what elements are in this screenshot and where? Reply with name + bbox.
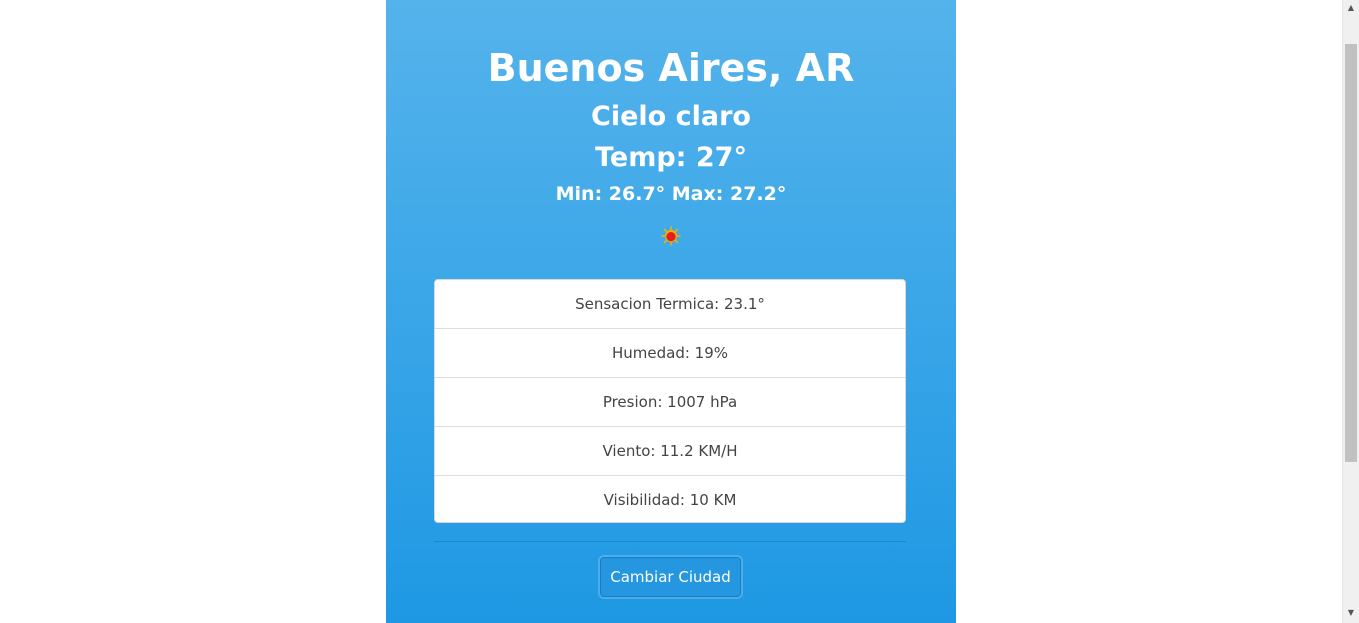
change-city-button[interactable]: Cambiar Ciudad: [600, 557, 741, 597]
weather-details-list: Sensacion Termica: 23.1° Humedad: 19% Pr…: [434, 279, 906, 523]
vertical-scrollbar[interactable]: ▲ ▼: [1342, 0, 1359, 623]
divider: [434, 541, 906, 542]
weather-card: Buenos Aires, AR Cielo claro Temp: 27° M…: [386, 0, 956, 623]
feels-like-item: Sensacion Termica: 23.1°: [435, 280, 905, 329]
min-max-temperature: Min: 26.7° Max: 27.2°: [555, 183, 787, 205]
sun-icon: [661, 226, 681, 246]
pressure-item: Presion: 1007 hPa: [435, 378, 905, 427]
city-name: Buenos Aires, AR: [487, 46, 855, 90]
scroll-down-arrow-icon[interactable]: ▼: [1343, 605, 1359, 621]
wind-item: Viento: 11.2 KM/H: [435, 427, 905, 476]
current-temperature: Temp: 27°: [595, 142, 747, 173]
humidity-item: Humedad: 19%: [435, 329, 905, 378]
scrollbar-thumb[interactable]: [1345, 44, 1357, 462]
scroll-up-arrow-icon[interactable]: ▲: [1343, 0, 1359, 16]
page-viewport: Buenos Aires, AR Cielo claro Temp: 27° M…: [0, 0, 1359, 623]
weather-description: Cielo claro: [591, 101, 751, 132]
visibility-item: Visibilidad: 10 KM: [603, 491, 737, 509]
